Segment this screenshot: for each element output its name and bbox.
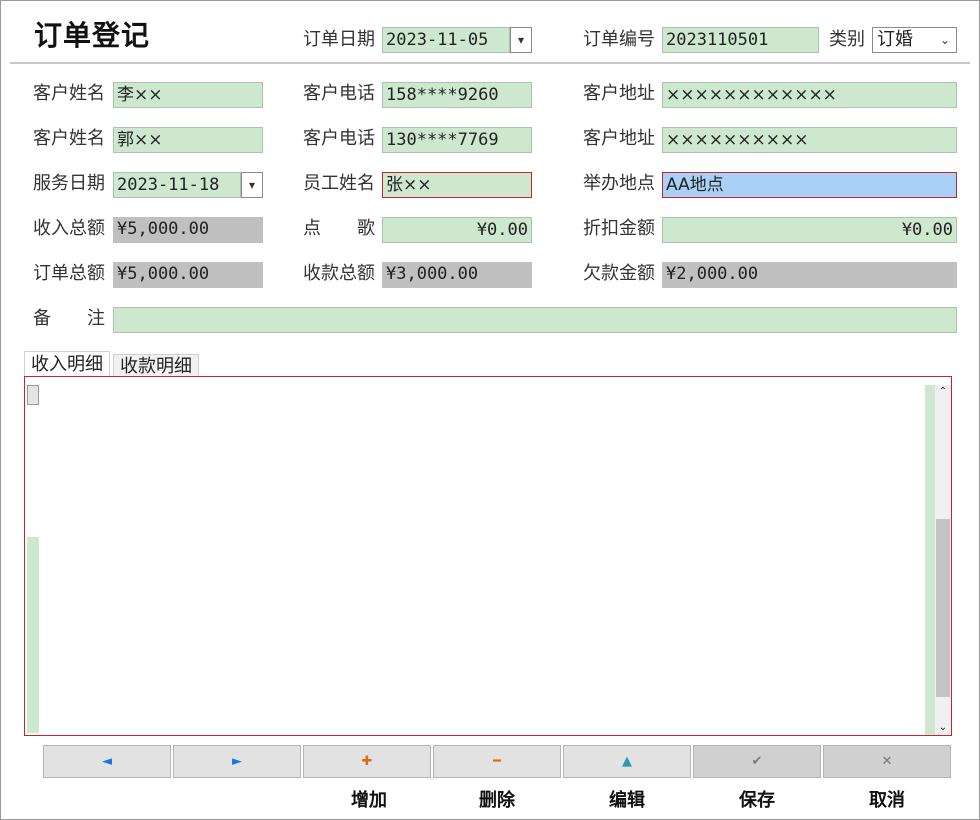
customer-name-label-2: 客户姓名: [33, 128, 105, 149]
triangle-right-icon: ►: [232, 754, 242, 769]
plus-icon: ✚: [361, 754, 373, 769]
staff-name-field[interactable]: 张××: [382, 172, 532, 198]
order-total-label: 订单总额: [33, 263, 105, 284]
close-icon: ✕: [881, 754, 893, 769]
category-label: 类别: [829, 29, 865, 50]
save-button[interactable]: ✔: [693, 745, 821, 778]
order-total-field: ¥5,000.00: [113, 262, 263, 288]
customer-phone-field-2[interactable]: 130****7769: [382, 127, 532, 153]
chevron-down-icon: ▾: [517, 33, 525, 47]
scroll-down-icon[interactable]: ⌄: [935, 721, 951, 735]
service-date-field[interactable]: 2023-11-18: [113, 172, 241, 198]
add-button[interactable]: ✚: [303, 745, 431, 778]
customer-phone-label-2: 客户电话: [303, 128, 375, 149]
service-date-dropdown[interactable]: ▾: [241, 172, 263, 198]
order-no-label: 订单编号: [583, 29, 655, 50]
category-select[interactable]: 订婚 ⌄: [872, 27, 957, 53]
received-total-field: ¥3,000.00: [382, 262, 532, 288]
tab-payment-details[interactable]: 收款明细: [113, 354, 199, 377]
edit-label[interactable]: 编辑: [563, 786, 691, 812]
prev-record-button[interactable]: ◄: [43, 745, 171, 778]
customer-name-label: 客户姓名: [33, 83, 105, 104]
income-total-label: 收入总额: [33, 218, 105, 239]
remark-label: 备 注: [33, 308, 105, 329]
venue-label: 举办地点: [583, 173, 655, 194]
order-no-field[interactable]: 2023110501: [662, 27, 819, 53]
order-date-field[interactable]: 2023-11-05: [382, 27, 510, 53]
staff-name-label: 员工姓名: [303, 173, 375, 194]
scroll-up-icon[interactable]: ⌃: [935, 385, 951, 399]
chevron-down-icon: ▾: [248, 178, 256, 192]
owed-amount-label: 欠款金额: [583, 263, 655, 284]
service-date-label: 服务日期: [33, 173, 105, 194]
right-edge-strip: [925, 385, 935, 735]
customer-address-label: 客户地址: [583, 83, 655, 104]
minus-icon: ━: [493, 754, 501, 769]
owed-amount-field: ¥2,000.00: [662, 262, 957, 288]
vertical-scrollbar[interactable]: ⌃ ⌄: [935, 385, 951, 735]
header-divider: [10, 62, 970, 64]
add-label[interactable]: 增加: [305, 786, 433, 812]
triangle-left-icon: ◄: [102, 754, 112, 769]
customer-address-field[interactable]: ××××××××××××: [662, 82, 957, 108]
income-details-subform[interactable]: ⌃ ⌄: [24, 376, 952, 736]
order-date-dropdown[interactable]: ▾: [510, 27, 532, 53]
scrollbar-thumb[interactable]: [936, 519, 950, 697]
discount-label: 折扣金额: [583, 218, 655, 239]
customer-phone-label: 客户电话: [303, 83, 375, 104]
customer-phone-field[interactable]: 158****9260: [382, 82, 532, 108]
customer-name-field[interactable]: 李××: [113, 82, 263, 108]
record-selector[interactable]: [27, 385, 39, 405]
delete-button[interactable]: ━: [433, 745, 561, 778]
category-value: 订婚: [877, 29, 913, 50]
song-label: 点 歌: [303, 218, 375, 239]
edit-button[interactable]: ▲: [563, 745, 691, 778]
triangle-up-icon: ▲: [622, 754, 632, 769]
delete-label[interactable]: 删除: [433, 786, 561, 812]
discount-field[interactable]: ¥0.00: [662, 217, 957, 243]
customer-name-field-2[interactable]: 郭××: [113, 127, 263, 153]
cancel-label[interactable]: 取消: [823, 786, 951, 812]
cancel-button[interactable]: ✕: [823, 745, 951, 778]
venue-field[interactable]: AA地点: [662, 172, 957, 198]
order-date-label: 订单日期: [303, 29, 375, 50]
check-icon: ✔: [751, 754, 763, 769]
left-edge-strip: [27, 537, 39, 733]
page-title: 订单登记: [34, 19, 151, 52]
save-label[interactable]: 保存: [693, 786, 821, 812]
customer-address-label-2: 客户地址: [583, 128, 655, 149]
chevron-down-icon: ⌄: [939, 33, 950, 47]
next-record-button[interactable]: ►: [173, 745, 301, 778]
customer-address-field-2[interactable]: ××××××××××: [662, 127, 957, 153]
received-total-label: 收款总额: [303, 263, 375, 284]
income-total-field: ¥5,000.00: [113, 217, 263, 243]
tab-income-details[interactable]: 收入明细: [24, 351, 110, 377]
song-field[interactable]: ¥0.00: [382, 217, 532, 243]
remark-field[interactable]: [113, 307, 957, 333]
